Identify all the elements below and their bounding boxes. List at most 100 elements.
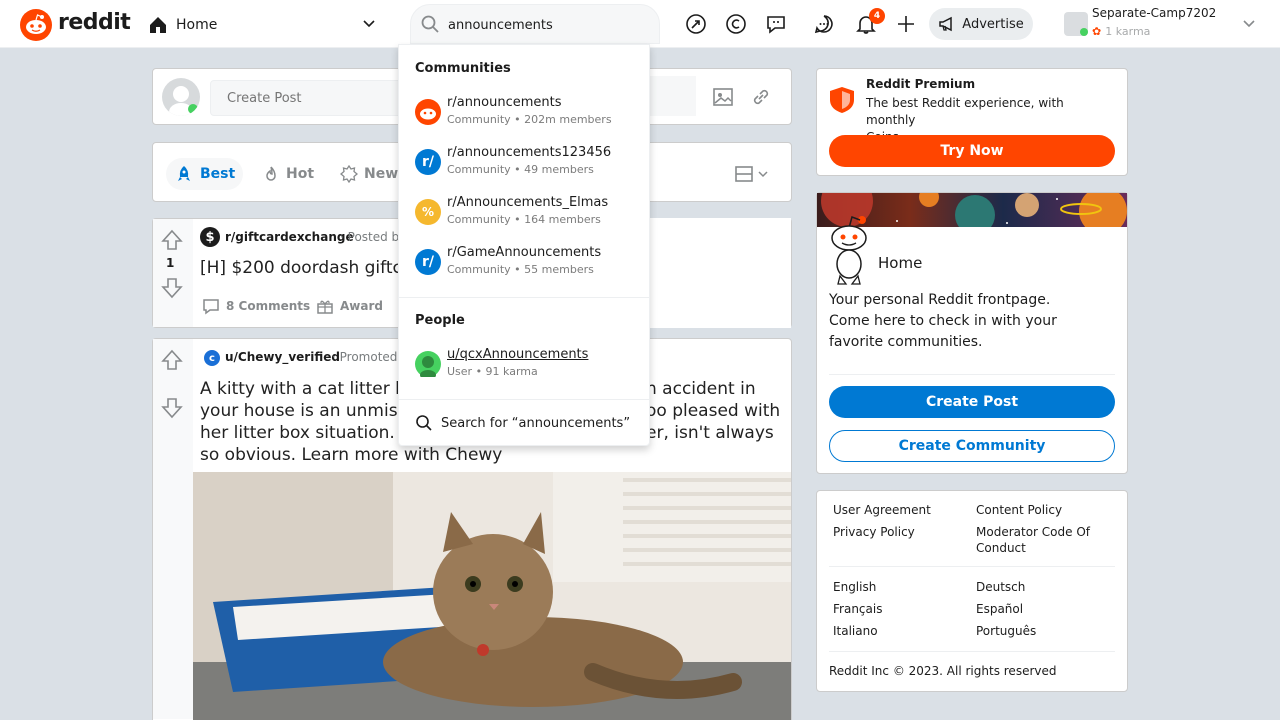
search-input[interactable] — [448, 15, 648, 35]
megaphone-icon — [939, 16, 953, 32]
copyright-text: Reddit Inc © 2023. All rights reserved — [829, 664, 1057, 678]
sort-new-button[interactable]: New — [332, 158, 406, 190]
upvote-icon[interactable] — [160, 228, 184, 252]
layout-view-toggle[interactable] — [734, 160, 770, 188]
downvote-icon[interactable] — [160, 396, 184, 420]
dropdown-divider — [399, 399, 649, 400]
chat-bubble-icon[interactable] — [760, 8, 792, 40]
reddit-wordmark[interactable]: reddit — [58, 10, 131, 35]
shield-icon — [829, 86, 855, 114]
home-feed-dropdown[interactable]: Home — [146, 12, 220, 38]
author-link[interactable]: u/Chewy_verified — [225, 350, 340, 364]
community-result[interactable]: r/ r/GameAnnouncements Community • 55 me… — [399, 241, 649, 289]
promoted-post-title-right[interactable]: h accident in oo pleased with er, isn't … — [646, 378, 780, 444]
promoted-post-image[interactable] — [193, 472, 791, 720]
premium-description-line: The best Reddit experience, with monthly — [866, 96, 1064, 127]
vote-count: 1 — [166, 256, 175, 270]
sort-best-button[interactable]: Best — [166, 158, 244, 190]
community-name: r/announcements — [447, 95, 562, 110]
snoo-mascot-icon — [826, 214, 872, 286]
community-members: Community • 49 members — [447, 163, 594, 176]
language-francais-link[interactable]: Français — [833, 602, 882, 616]
community-result[interactable]: % r/Announcements_Elmas Community • 164 … — [399, 191, 649, 239]
subreddit-default-icon: r/ — [415, 149, 441, 175]
create-post-button[interactable]: Create Post — [829, 386, 1115, 418]
create-community-button[interactable]: Create Community — [829, 430, 1115, 462]
moderator-code-link-line2[interactable]: Conduct — [976, 541, 1026, 555]
community-name: r/Announcements_Elmas — [447, 195, 609, 210]
language-deutsch-link[interactable]: Deutsch — [976, 580, 1025, 594]
language-espanol-link[interactable]: Español — [976, 602, 1023, 616]
people-heading: People — [415, 313, 465, 328]
award-label: Award — [340, 299, 383, 313]
community-result[interactable]: r/announcements Community • 202m members — [399, 91, 649, 139]
advertise-label: Advertise — [962, 16, 1024, 32]
image-upload-icon[interactable] — [712, 86, 734, 108]
content-policy-link[interactable]: Content Policy — [976, 503, 1062, 517]
new-badge-icon — [340, 165, 358, 183]
notification-badge: 4 — [869, 8, 885, 24]
user-result[interactable]: u/qcxAnnouncements User • 91 karma — [399, 343, 649, 391]
chewy-logo-icon[interactable]: c — [204, 350, 220, 366]
comment-icon — [203, 299, 219, 315]
username-label[interactable]: Separate-Camp7202 — [1092, 6, 1216, 20]
post-thumbnail-area[interactable] — [650, 218, 791, 328]
sort-new-label: New — [364, 166, 399, 182]
search-for-label: Search for “announcements” — [441, 415, 631, 431]
home-card-title: Home — [878, 254, 923, 272]
user-menu-chevron-icon[interactable] — [1242, 16, 1256, 30]
user-avatar-small[interactable] — [162, 78, 200, 116]
card-layout-icon — [735, 166, 753, 182]
moderator-code-link[interactable]: Moderator Code Of — [976, 525, 1090, 539]
language-english-link[interactable]: English — [833, 580, 876, 594]
subreddit-default-icon: r/ — [415, 249, 441, 275]
upvote-icon[interactable] — [160, 348, 184, 372]
karma-label: ✿ 1 karma — [1080, 25, 1150, 38]
search-icon — [420, 14, 440, 34]
chevron-down-icon — [758, 171, 768, 178]
top-nav-bar: reddit Home 4 Advertise Separate-Camp720… — [0, 0, 1280, 48]
create-post-plus-icon[interactable] — [890, 8, 922, 40]
user-agreement-link[interactable]: User Agreement — [833, 503, 931, 517]
home-feed-label: Home — [176, 17, 218, 33]
home-icon — [150, 17, 166, 33]
reddit-logo-icon[interactable] — [20, 9, 52, 41]
subreddit-custom-icon: % — [415, 199, 441, 225]
title-line: er, isn't always — [646, 423, 774, 443]
subreddit-link[interactable]: r/giftcardexchange — [225, 230, 354, 244]
title-line: h accident in — [646, 379, 756, 399]
search-icon — [416, 415, 432, 431]
popular-icon[interactable] — [680, 8, 712, 40]
community-name: r/GameAnnouncements — [447, 245, 602, 260]
try-now-button[interactable]: Try Now — [829, 135, 1115, 167]
chevron-down-icon[interactable] — [362, 14, 376, 32]
karma-flower-icon: ✿ — [1092, 25, 1102, 38]
communities-heading: Communities — [415, 61, 511, 76]
search-results-dropdown: Communities r/announcements Community • … — [398, 44, 650, 446]
language-portugues-link[interactable]: Português — [976, 624, 1036, 638]
advertise-button[interactable]: Advertise — [929, 8, 1033, 40]
award-button[interactable]: Award — [316, 297, 383, 315]
community-members: Community • 164 members — [447, 213, 601, 226]
community-members: Community • 55 members — [447, 263, 594, 276]
link-icon[interactable] — [750, 86, 772, 108]
subreddit-dollar-icon[interactable]: $ — [200, 227, 220, 247]
footer-divider — [829, 651, 1115, 652]
chat-icon[interactable] — [808, 8, 840, 40]
dropdown-divider — [399, 297, 649, 298]
promoted-label: · Promoted — [332, 350, 398, 364]
flame-icon — [266, 166, 276, 181]
language-italiano-link[interactable]: Italiano — [833, 624, 878, 638]
privacy-policy-link[interactable]: Privacy Policy — [833, 525, 915, 539]
downvote-icon[interactable] — [160, 276, 184, 300]
rocket-icon — [178, 166, 190, 181]
community-result[interactable]: r/ r/announcements123456 Community • 49 … — [399, 141, 649, 189]
home-card-description: Your personal Reddit frontpage. Come her… — [829, 292, 1057, 350]
post-title[interactable]: [H] $200 doordash giftc — [200, 258, 402, 278]
search-for-query[interactable]: Search for “announcements” — [399, 407, 649, 439]
community-members: Community • 202m members — [447, 113, 612, 126]
comments-button[interactable]: 8 Comments — [202, 297, 310, 315]
user-name: u/qcxAnnouncements — [447, 347, 589, 362]
sort-hot-button[interactable]: Hot — [254, 158, 322, 190]
coins-icon[interactable] — [720, 8, 752, 40]
